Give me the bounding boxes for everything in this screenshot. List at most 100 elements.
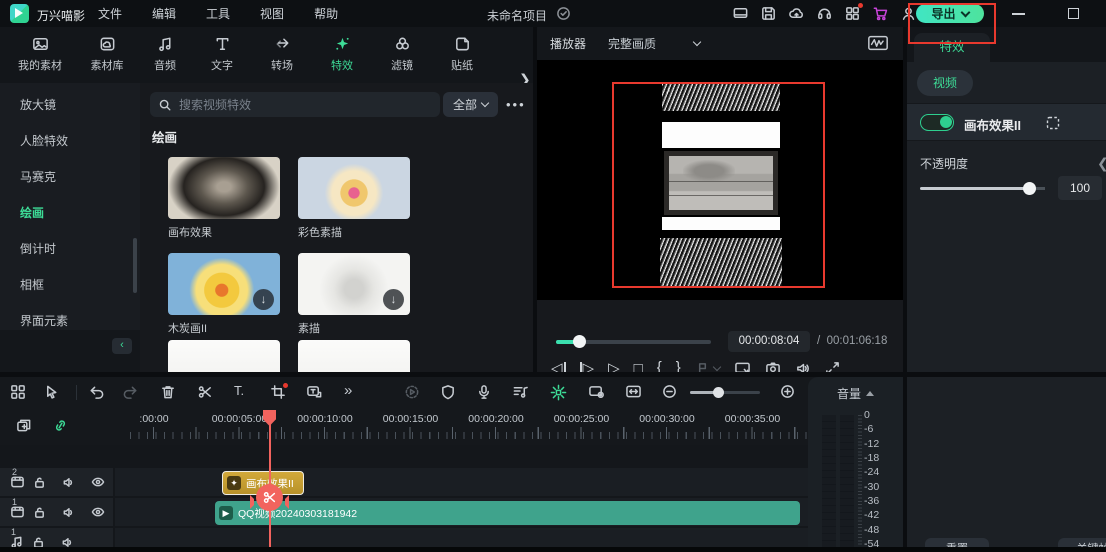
- user-icon[interactable]: [900, 5, 917, 22]
- sidebar-item[interactable]: 界面元素: [20, 312, 68, 329]
- effect-thumbnail[interactable]: ↓: [168, 253, 280, 315]
- effect-thumbnail[interactable]: [168, 157, 280, 219]
- speech-to-text-icon[interactable]: [306, 384, 323, 400]
- effect-enable-toggle[interactable]: [920, 114, 954, 131]
- redo-icon[interactable]: [122, 384, 139, 400]
- video-track-icon: 2: [10, 467, 24, 489]
- volume-scale-label: -12: [864, 437, 880, 450]
- menu-item[interactable]: 编辑: [146, 3, 182, 24]
- display-icon[interactable]: [732, 5, 749, 22]
- watermark-note-icon: ♪: [666, 85, 671, 95]
- cart-icon[interactable]: [872, 5, 889, 22]
- search-input[interactable]: [179, 97, 389, 112]
- search-box[interactable]: [150, 92, 440, 117]
- more-options-button[interactable]: •••: [506, 97, 526, 112]
- tab-effect-properties[interactable]: 特效: [914, 33, 990, 62]
- opacity-slider-knob[interactable]: [1023, 182, 1036, 195]
- effect-thumbnail-partial[interactable]: [168, 340, 280, 372]
- effect-name-label: 彩色素描: [298, 227, 342, 239]
- chevron-down-icon: [692, 37, 702, 47]
- chevron-down-icon: [960, 7, 970, 17]
- quality-dropdown[interactable]: 完整画质: [608, 35, 702, 52]
- shield-icon[interactable]: [440, 384, 456, 400]
- tab-my-media[interactable]: 我的素材: [8, 35, 72, 73]
- sidebar-item[interactable]: 相框: [20, 276, 44, 293]
- crop-tool-icon[interactable]: [270, 383, 288, 400]
- split-cursor-scissors-icon[interactable]: [250, 484, 283, 511]
- tab-effects[interactable]: 特效: [310, 35, 374, 73]
- screen-record-icon[interactable]: [588, 384, 605, 400]
- video-pill-button[interactable]: 视频: [917, 70, 973, 96]
- selection-region-icon[interactable]: [1045, 115, 1061, 131]
- text-tool-icon[interactable]: T.: [234, 383, 244, 398]
- effect-row: 画布效果II: [907, 103, 1106, 141]
- opacity-value[interactable]: 100: [1058, 176, 1102, 200]
- seek-bar-knob[interactable]: [573, 335, 586, 348]
- zoom-in-icon[interactable]: [780, 384, 795, 399]
- sidebar-item[interactable]: 倒计时: [20, 240, 56, 257]
- timeline-zoom-knob[interactable]: [713, 387, 724, 398]
- sidebar-item[interactable]: 放大镜: [20, 96, 56, 113]
- clip-video[interactable]: ▶ QQ视频20240303181942: [215, 501, 800, 525]
- split-scissors-icon[interactable]: [197, 384, 213, 400]
- video-white-band: [662, 122, 780, 148]
- volume-meter-right: [840, 415, 854, 547]
- menu-item[interactable]: 帮助: [308, 3, 344, 24]
- keyframe-prev-chevron[interactable]: ❮: [1097, 155, 1106, 172]
- cloud-upload-icon[interactable]: [788, 5, 805, 22]
- microphone-icon[interactable]: [476, 384, 492, 400]
- filter-dropdown[interactable]: 全部: [443, 92, 498, 117]
- video-sketch-band-top: [662, 84, 780, 111]
- tab-transitions[interactable]: 转场: [250, 35, 314, 73]
- tab-stickers[interactable]: 贴纸: [430, 35, 494, 73]
- playhead-line[interactable]: [269, 410, 271, 547]
- layout-mode-icon[interactable]: [10, 384, 26, 400]
- sidebar-scrollbar[interactable]: [133, 238, 137, 293]
- track-lane[interactable]: ▶ QQ视频20240303181942: [115, 498, 808, 526]
- waveform-monitor-icon[interactable]: [867, 34, 889, 52]
- timeline-ruler[interactable]: :00:00 00:00:05:00 00:00:10:00 00:00:15:00 0…: [130, 410, 808, 445]
- effect-thumbnail[interactable]: [298, 157, 410, 219]
- select-tool-icon[interactable]: [44, 384, 60, 400]
- duplicate-icon[interactable]: [16, 418, 32, 433]
- playback-controls: 00:00:08:04 / 00:01:06:18 ◁ ▷ ▷ □ { }: [537, 300, 903, 377]
- lock-icon[interactable]: [33, 506, 46, 519]
- volume-panel-header[interactable]: 音量: [808, 385, 903, 402]
- tab-text[interactable]: 文字: [190, 35, 254, 73]
- track-lane[interactable]: ✦ 画布效果II: [115, 468, 808, 496]
- lock-icon[interactable]: [33, 476, 46, 489]
- fit-timeline-icon[interactable]: [625, 384, 642, 399]
- track-visibility-eye-icon[interactable]: [91, 476, 105, 488]
- render-preview-icon[interactable]: [404, 384, 420, 400]
- keyframe-tracking-icon[interactable]: [550, 384, 567, 401]
- effect-thumbnail[interactable]: ↓: [298, 253, 410, 315]
- sidebar-item[interactable]: 马赛克: [20, 168, 56, 185]
- tab-stock-media[interactable]: 素材库: [75, 35, 139, 73]
- effect-name-label: 画布效果: [168, 227, 212, 239]
- menu-item[interactable]: 文件: [92, 3, 128, 24]
- effect-thumbnail-partial[interactable]: [298, 340, 410, 372]
- save-icon[interactable]: [760, 5, 777, 22]
- menu-item[interactable]: 视图: [254, 3, 290, 24]
- undo-icon[interactable]: [88, 384, 105, 400]
- maximize-button[interactable]: [1068, 8, 1079, 19]
- collapse-sidebar-button[interactable]: ‹: [112, 338, 132, 354]
- audio-sync-icon[interactable]: [512, 384, 529, 400]
- headset-icon[interactable]: [816, 5, 833, 22]
- mute-speaker-icon[interactable]: [62, 476, 75, 489]
- sidebar-item[interactable]: 绘画: [20, 204, 44, 221]
- toolbar-overflow-chevrons[interactable]: »: [344, 382, 352, 399]
- tab-audio[interactable]: 音频: [133, 35, 197, 73]
- sidebar-item[interactable]: 人脸特效: [20, 132, 68, 149]
- zoom-out-icon[interactable]: [662, 384, 677, 399]
- link-clips-icon[interactable]: [52, 418, 69, 433]
- menu-item[interactable]: 工具: [200, 3, 236, 24]
- tab-filters[interactable]: 滤镜: [370, 35, 434, 73]
- apps-grid-icon[interactable]: [844, 3, 863, 22]
- track-visibility-eye-icon[interactable]: [91, 506, 105, 518]
- delete-icon[interactable]: [160, 384, 176, 400]
- minimize-button[interactable]: [1012, 13, 1025, 15]
- section-title: 绘画: [152, 131, 178, 145]
- mute-speaker-icon[interactable]: [62, 506, 75, 519]
- export-button[interactable]: 导出: [916, 4, 984, 23]
